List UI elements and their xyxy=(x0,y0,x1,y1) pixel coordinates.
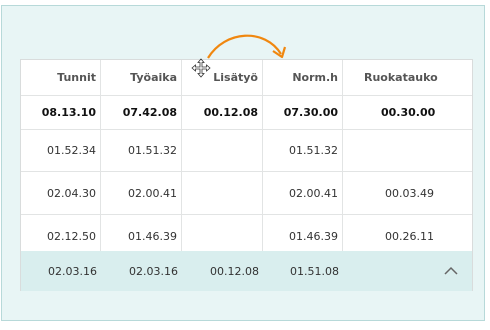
group-row[interactable]: 02.03.16 02.03.16 00.12.08 01.51.08 xyxy=(21,251,472,291)
summary-cell: 00.12.08 xyxy=(182,95,263,129)
table-cell: 01.51.32 xyxy=(101,129,182,171)
column-header-label: Norm.h xyxy=(292,71,338,84)
move-cursor-icon xyxy=(191,58,211,78)
curved-arrow-icon xyxy=(207,34,287,59)
summary-cell: 07.30.00 xyxy=(263,95,343,129)
summary-cell: 00.30.00 xyxy=(381,105,436,119)
grid-header-row: Tunnit Työaika Lisätyö Norm.h Ruokatauko xyxy=(21,60,472,96)
table-cell xyxy=(182,129,263,171)
column-header-label: Lisätyö xyxy=(213,71,258,84)
table-cell xyxy=(343,129,472,171)
summary-row: 08.13.10 07.42.08 00.12.08 07.30.00 00.3… xyxy=(21,95,472,130)
group-cell: 01.51.08 xyxy=(290,264,339,278)
table-cell: 02.00.41 xyxy=(263,172,343,214)
summary-cell: 07.42.08 xyxy=(101,95,182,129)
column-header-label: Työaika xyxy=(130,71,177,84)
summary-cell: 08.13.10 xyxy=(21,95,101,129)
column-header-label: Ruokatauko xyxy=(364,71,438,84)
chevron-up-icon[interactable] xyxy=(444,266,458,276)
group-cell: 02.03.16 xyxy=(48,264,97,278)
column-header-label: Tunnit xyxy=(57,71,96,84)
column-header-tunnit[interactable]: Tunnit xyxy=(21,60,101,95)
data-grid: Tunnit Työaika Lisätyö Norm.h Ruokatauko… xyxy=(20,59,473,291)
column-header-ruokatauko[interactable]: Ruokatauko xyxy=(343,60,472,95)
table-row[interactable]: 01.52.34 01.51.32 01.51.32 xyxy=(21,129,472,172)
table-cell: 01.52.34 xyxy=(21,129,101,171)
table-cell: 01.51.32 xyxy=(263,129,343,171)
table-cell: 02.04.30 xyxy=(21,172,101,214)
group-cell: 02.03.16 xyxy=(129,264,178,278)
table-row[interactable]: 02.04.30 02.00.41 02.00.41 00.03.49 xyxy=(21,172,472,215)
table-cell xyxy=(182,172,263,214)
group-cell: 00.12.08 xyxy=(210,264,259,278)
column-header-tyoaika[interactable]: Työaika xyxy=(101,60,182,95)
column-header-normh[interactable]: Norm.h xyxy=(263,60,343,95)
table-cell: 00.03.49 xyxy=(385,186,434,200)
table-cell: 02.00.41 xyxy=(101,172,182,214)
